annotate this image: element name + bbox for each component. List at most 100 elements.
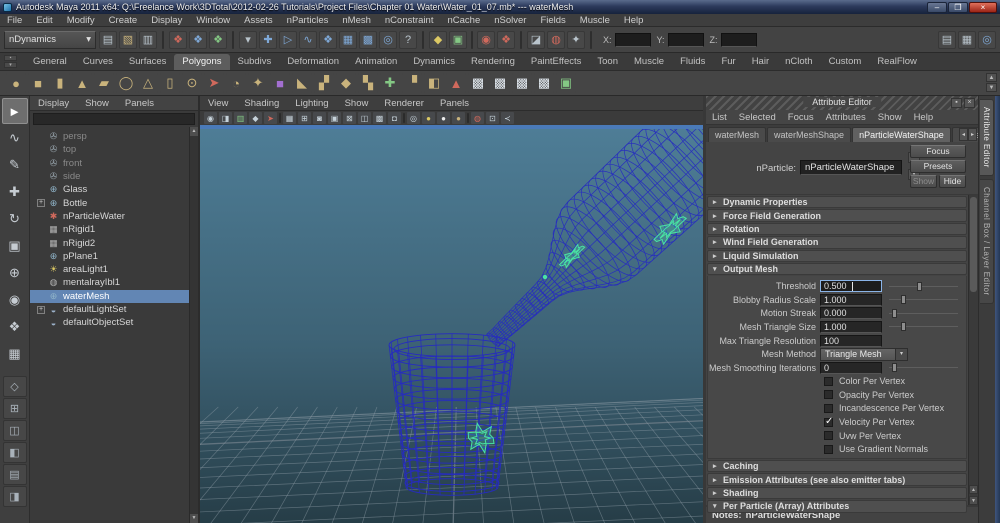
paint-select-tool-icon[interactable]: ✎: [2, 152, 28, 178]
section-header[interactable]: Dynamic Properties: [707, 196, 967, 208]
menu-item[interactable]: Fields: [533, 14, 572, 26]
threshold-field[interactable]: 0.500: [820, 280, 882, 292]
single-pane-layout-icon[interactable]: ◇: [3, 376, 27, 397]
mesh-smoothing-slider[interactable]: [889, 363, 958, 372]
poly-plane-icon[interactable]: ▰: [94, 73, 114, 93]
section-header[interactable]: Shading: [707, 487, 967, 499]
uv-automatic-icon[interactable]: ▩: [534, 73, 554, 93]
menu-item[interactable]: nSolver: [487, 14, 533, 26]
poly-pipe-icon[interactable]: ▯: [160, 73, 180, 93]
motion-streak-slider[interactable]: [889, 309, 958, 318]
sidebar-vertical-tab[interactable]: Attribute Editor: [980, 99, 994, 176]
outliner-item[interactable]: ▦ nRigid1: [30, 223, 198, 236]
shelf-select-icon[interactable]: ▾: [4, 62, 17, 68]
viewport-3d-scene[interactable]: [200, 129, 703, 523]
attr-editor-menu-item[interactable]: List: [706, 110, 733, 124]
poly-torus-icon[interactable]: ◯: [116, 73, 136, 93]
poly-cone-icon[interactable]: ▲: [72, 73, 92, 93]
shelf-tab[interactable]: Rendering: [463, 54, 523, 70]
move-tool-icon[interactable]: ✚: [2, 179, 28, 205]
soft-mod-tool-icon[interactable]: ◉: [2, 287, 28, 313]
section-header[interactable]: Liquid Simulation: [707, 250, 967, 262]
show-manipulator-icon[interactable]: ❖: [2, 314, 28, 340]
coord-input[interactable]: [615, 33, 651, 47]
viewport-menu-item[interactable]: Lighting: [287, 96, 336, 110]
shelf-tab[interactable]: Deformation: [279, 54, 347, 70]
blobby-radius-field[interactable]: 1.000: [820, 294, 882, 306]
outliner-item[interactable]: ▦ nRigid2: [30, 236, 198, 249]
attr-editor-menu-item[interactable]: Help: [908, 110, 940, 124]
extrude-icon[interactable]: ◧: [424, 73, 444, 93]
menu-item[interactable]: nConstraint: [378, 14, 441, 26]
render-settings-icon[interactable]: ✦: [567, 31, 585, 49]
scroll-down-arrow[interactable]: ▼: [190, 514, 198, 523]
mesh-triangle-size-slider[interactable]: [889, 322, 958, 331]
expand-toggle[interactable]: +: [37, 199, 47, 207]
uv-cylindrical-icon[interactable]: ▩: [490, 73, 510, 93]
select-hierarchy-icon[interactable]: ❖: [169, 31, 187, 49]
outliner-menu-item[interactable]: Display: [30, 96, 77, 110]
poly-text-icon[interactable]: ✦: [248, 73, 268, 93]
max-triangle-resolution-field[interactable]: 100: [820, 335, 882, 347]
outliner-item[interactable]: ⊕ waterMesh: [30, 290, 198, 303]
merge-icon[interactable]: ✚: [380, 73, 400, 93]
shelf-tab[interactable]: Fur: [713, 54, 743, 70]
hide-button[interactable]: Hide: [939, 175, 966, 188]
attr-editor-menu-item[interactable]: Focus: [782, 110, 820, 124]
outliner-item[interactable]: ✇ side: [30, 170, 198, 183]
xray-icon[interactable]: ◍: [471, 112, 484, 124]
isolate-select-icon[interactable]: ◎: [407, 112, 420, 124]
scroll-up-arrow[interactable]: ▲: [190, 127, 198, 136]
shelf-tab[interactable]: Toon: [589, 54, 626, 70]
textured-mode-icon[interactable]: ◙: [313, 112, 326, 124]
checkbox[interactable]: [824, 418, 833, 427]
viewport-menu-item[interactable]: Panels: [432, 96, 477, 110]
show-button[interactable]: Show: [910, 175, 937, 188]
node-tab[interactable]: waterMesh: [708, 127, 766, 142]
node-name-field[interactable]: nParticleWaterShape: [800, 160, 902, 175]
scroll-up-arrow[interactable]: ▲: [969, 485, 978, 494]
blobby-radius-slider[interactable]: [889, 295, 958, 304]
extract-icon[interactable]: ◆: [336, 73, 356, 93]
section-header[interactable]: Rotation: [707, 223, 967, 235]
menu-item[interactable]: nMesh: [335, 14, 378, 26]
coord-input[interactable]: [668, 33, 704, 47]
checkbox[interactable]: [824, 377, 833, 386]
universal-manipulator-icon[interactable]: ⊕: [2, 260, 28, 286]
node-tab[interactable]: waterMeshShape: [767, 127, 851, 142]
menu-item[interactable]: Help: [617, 14, 651, 26]
attr-editor-menu-item[interactable]: Show: [872, 110, 908, 124]
outliner-item[interactable]: ◍ mentalrayIbl1: [30, 276, 198, 289]
scale-tool-icon[interactable]: ▣: [2, 233, 28, 259]
outliner-item[interactable]: ✇ persp: [30, 130, 198, 143]
split-icon[interactable]: ▝: [402, 73, 422, 93]
section-header[interactable]: Wind Field Generation: [707, 236, 967, 248]
snap-view-icon[interactable]: ▩: [359, 31, 377, 49]
minimize-button[interactable]: –: [927, 2, 947, 13]
shelf-tab[interactable]: Animation: [347, 54, 405, 70]
close-button[interactable]: ×: [969, 2, 997, 13]
viewport-menu-item[interactable]: Show: [337, 96, 377, 110]
checkbox[interactable]: [824, 445, 833, 454]
sidebar-vertical-tab[interactable]: Channel Box / Layer Editor: [980, 179, 994, 304]
menu-item[interactable]: Edit: [29, 14, 59, 26]
shelf-tab[interactable]: Curves: [75, 54, 121, 70]
section-header[interactable]: Per Particle (Array) Attributes: [707, 500, 967, 512]
sidebar-attreditor-icon[interactable]: ◎: [978, 31, 996, 49]
tab-scroll-left-icon[interactable]: ◂: [959, 128, 968, 141]
no-lights-icon[interactable]: ●: [437, 112, 450, 124]
shelf-menu-icon[interactable]: ▪: [4, 55, 17, 61]
snap-point-icon[interactable]: ◎: [379, 31, 397, 49]
poly-prism-icon[interactable]: △: [138, 73, 158, 93]
bevel-icon[interactable]: ▲: [446, 73, 466, 93]
viewport-menu-item[interactable]: View: [200, 96, 236, 110]
sidebar-channelbox-icon[interactable]: ▤: [938, 31, 956, 49]
snap-curve-icon[interactable]: ∿: [299, 31, 317, 49]
poly-sculpt-icon[interactable]: ◔: [226, 73, 246, 93]
maximize-button[interactable]: ❐: [948, 2, 968, 13]
persp-outliner-layout-icon[interactable]: ◫: [3, 420, 27, 441]
focus-button[interactable]: Focus: [910, 145, 966, 158]
separate-icon[interactable]: ▞: [314, 73, 334, 93]
snap-move-icon[interactable]: ✚: [259, 31, 277, 49]
help-line-icon[interactable]: ?: [399, 31, 417, 49]
